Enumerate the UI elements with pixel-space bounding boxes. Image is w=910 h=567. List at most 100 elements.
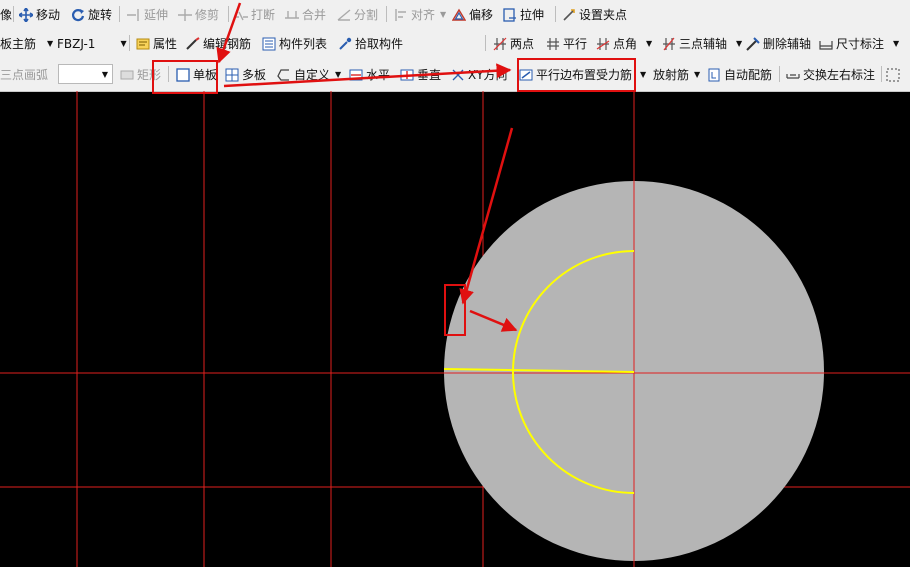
trim-icon (178, 8, 192, 21)
xy-direction-button[interactable]: XY方向 (451, 58, 508, 91)
component-toolbar: 板主筋 ▼ FBZJ-1 ▼ 属性 编辑钢筋 构件列表 拾取构件 两点 平行 点… (0, 29, 910, 59)
mirror-button[interactable]: 像 (0, 0, 12, 29)
parallel-axis-label: 平行 (563, 37, 588, 51)
separator (13, 6, 14, 22)
move-button[interactable]: 移动 (19, 0, 60, 29)
auto-rebar-icon (708, 68, 720, 81)
edit-rebar-button[interactable]: 编辑钢筋 (186, 29, 251, 58)
chevron-down-icon: ▼ (47, 39, 54, 48)
three-point-arc-label: 三点画弧 (0, 68, 49, 82)
parallel-axis-button[interactable]: 平行 (546, 29, 587, 58)
break-button[interactable]: 打断 (234, 0, 275, 29)
chevron-down-icon: ▼ (101, 69, 108, 79)
set-grip-button[interactable]: 设置夹点 (562, 0, 627, 29)
split-icon (337, 8, 351, 21)
extend-label: 延伸 (144, 8, 169, 22)
type-dropdown-value: 板主筋 (0, 37, 37, 51)
merge-icon (285, 10, 299, 19)
more-tools-button[interactable] (886, 58, 900, 91)
type-dropdown[interactable]: 板主筋 ▼ (0, 29, 53, 58)
swap-labels-button[interactable]: 交换左右标注 (786, 58, 875, 91)
draw-toolbar: 三点画弧 ▼ 矩形 单板 多板 自定义 ▼ 水平 垂直 XY方向 平行边布置受力… (0, 58, 910, 92)
radial-rebar-button[interactable]: 放射筋 ▼ (653, 58, 700, 91)
grip-point-icon (563, 8, 575, 21)
multi-slab-button[interactable]: 多板 (225, 58, 266, 91)
separator (129, 35, 130, 51)
horizontal-button[interactable]: 水平 (349, 58, 390, 91)
vertical-label: 垂直 (417, 68, 442, 82)
split-button[interactable]: 分割 (337, 0, 378, 29)
component-list-button[interactable]: 构件列表 (262, 29, 327, 58)
auto-rebar-button[interactable]: 自动配筋 (707, 58, 772, 91)
multi-slab-label: 多板 (242, 68, 267, 82)
properties-icon (136, 38, 150, 49)
separator (555, 6, 556, 22)
multi-slab-icon (225, 68, 239, 81)
properties-label: 属性 (153, 37, 178, 51)
point-angle-button[interactable]: 点角 ▼ (596, 29, 652, 58)
chevron-down-icon: ▼ (893, 39, 900, 48)
delete-axis-icon (746, 36, 760, 51)
pick-component-button[interactable]: 拾取构件 (338, 29, 403, 58)
horizontal-label: 水平 (366, 68, 391, 82)
xy-direction-label: XY方向 (468, 68, 508, 82)
custom-button[interactable]: 自定义 ▼ (277, 58, 341, 91)
delete-axis-label: 删除辅轴 (763, 37, 812, 51)
highlight-single-slab (152, 60, 218, 94)
edit-toolbar: 像 移动 旋转 延伸 修剪 打断 合并 分割 对齐 ▼ 偏移 拉伸 设置夹点 (0, 0, 910, 30)
separator (485, 35, 486, 51)
break-icon (234, 11, 248, 20)
align-button[interactable]: 对齐 ▼ (394, 0, 446, 29)
chevron-down-icon: ▼ (646, 39, 653, 48)
dimension-icon (819, 40, 833, 50)
vertical-button[interactable]: 垂直 (400, 58, 441, 91)
mirror-label: 像 (0, 8, 13, 22)
delete-axis-button[interactable]: 删除辅轴 (746, 29, 811, 58)
three-point-axis-button[interactable]: 三点辅轴 ▼ (662, 29, 742, 58)
vertical-icon (400, 69, 414, 80)
three-point-axis-icon (663, 37, 675, 50)
two-point-axis-label: 两点 (510, 37, 535, 51)
component-dropdown-value: FBZJ-1 (57, 36, 96, 51)
dimension-button[interactable]: 尺寸标注 ▼ (819, 29, 899, 58)
rotate-button[interactable]: 旋转 (71, 0, 112, 29)
offset-button[interactable]: 偏移 (452, 0, 493, 29)
chevron-down-icon: ▼ (335, 70, 342, 79)
separator (386, 6, 387, 22)
three-point-arc-button[interactable]: 三点画弧 (0, 58, 48, 91)
offset-label: 偏移 (469, 8, 494, 22)
chevron-down-icon: ▼ (120, 39, 127, 48)
radial-rebar-label: 放射筋 (653, 68, 690, 82)
horizontal-icon (349, 69, 363, 80)
align-icon (395, 8, 406, 21)
pick-component-label: 拾取构件 (355, 37, 404, 51)
two-point-axis-button[interactable]: 两点 (493, 29, 534, 58)
merge-button[interactable]: 合并 (285, 0, 326, 29)
xy-direction-icon (452, 69, 464, 80)
edit-rebar-label: 编辑钢筋 (203, 37, 252, 51)
stretch-button[interactable]: 拉伸 (503, 0, 544, 29)
trim-button[interactable]: 修剪 (178, 0, 219, 29)
rectangle-icon (120, 70, 134, 79)
edit-rebar-icon (186, 36, 200, 50)
extend-button[interactable]: 延伸 (127, 0, 168, 29)
point-angle-label: 点角 (613, 37, 638, 51)
stretch-label: 拉伸 (520, 8, 545, 22)
auto-rebar-label: 自动配筋 (724, 68, 773, 82)
component-dropdown[interactable]: FBZJ-1 ▼ (57, 29, 127, 58)
break-label: 打断 (251, 8, 276, 22)
chevron-down-icon: ▼ (440, 10, 447, 19)
custom-icon (277, 68, 289, 81)
three-point-axis-label: 三点辅轴 (679, 37, 728, 51)
chevron-down-icon: ▼ (640, 70, 647, 79)
separator (119, 6, 120, 22)
draw-mode-dropdown[interactable]: ▼ (58, 64, 113, 84)
stretch-icon (503, 7, 516, 22)
align-label: 对齐 (411, 8, 436, 22)
dimension-label: 尺寸标注 (836, 37, 885, 51)
point-angle-icon (596, 37, 610, 50)
properties-button[interactable]: 属性 (136, 29, 177, 58)
pick-component-icon (339, 37, 352, 50)
two-point-axis-icon (493, 37, 507, 50)
chevron-down-icon: ▼ (736, 39, 743, 48)
